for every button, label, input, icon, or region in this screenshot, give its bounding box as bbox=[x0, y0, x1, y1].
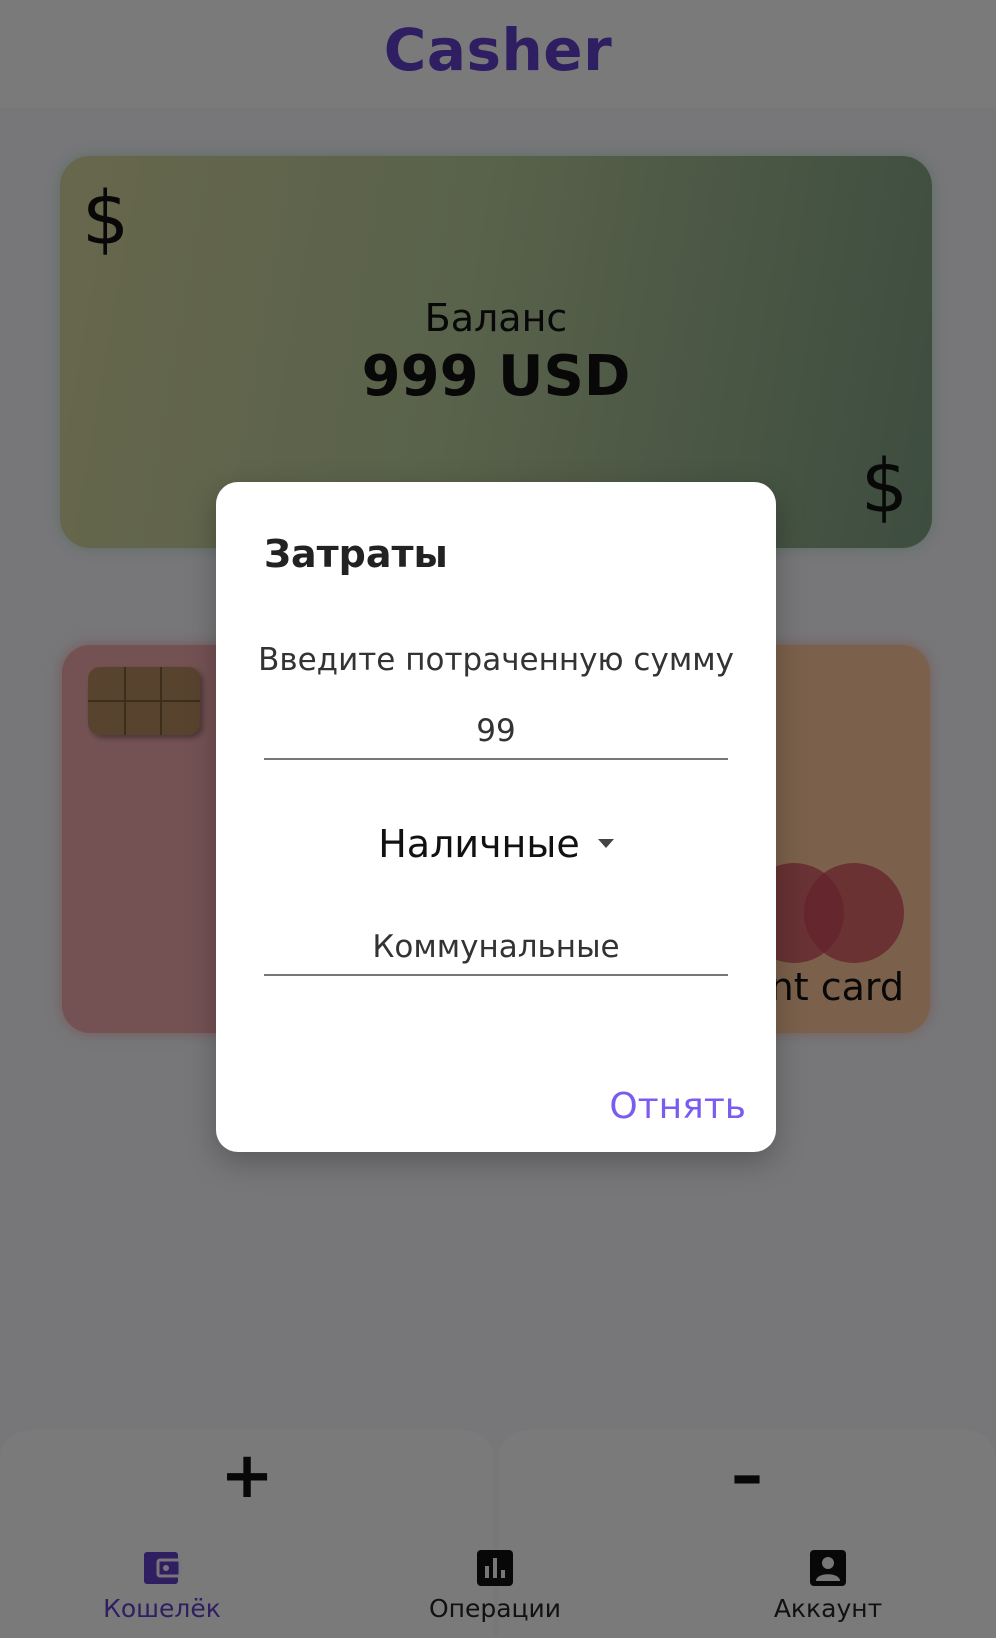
dialog-title: Затраты bbox=[264, 532, 448, 576]
amount-prompt: Введите потраченную сумму bbox=[258, 642, 734, 678]
app-screen: Casher $ Баланс 999 USD $ nt card + – Ко… bbox=[0, 0, 996, 1638]
dropdown-arrow-icon bbox=[597, 839, 614, 848]
expense-dialog: Затраты Введите потраченную сумму Наличн… bbox=[216, 482, 776, 1152]
payment-type-dropdown[interactable]: Наличные bbox=[216, 822, 776, 866]
amount-input[interactable] bbox=[264, 704, 728, 760]
payment-type-value: Наличные bbox=[378, 822, 580, 866]
subtract-button[interactable]: Отнять bbox=[609, 1086, 746, 1127]
category-input[interactable] bbox=[264, 920, 728, 976]
